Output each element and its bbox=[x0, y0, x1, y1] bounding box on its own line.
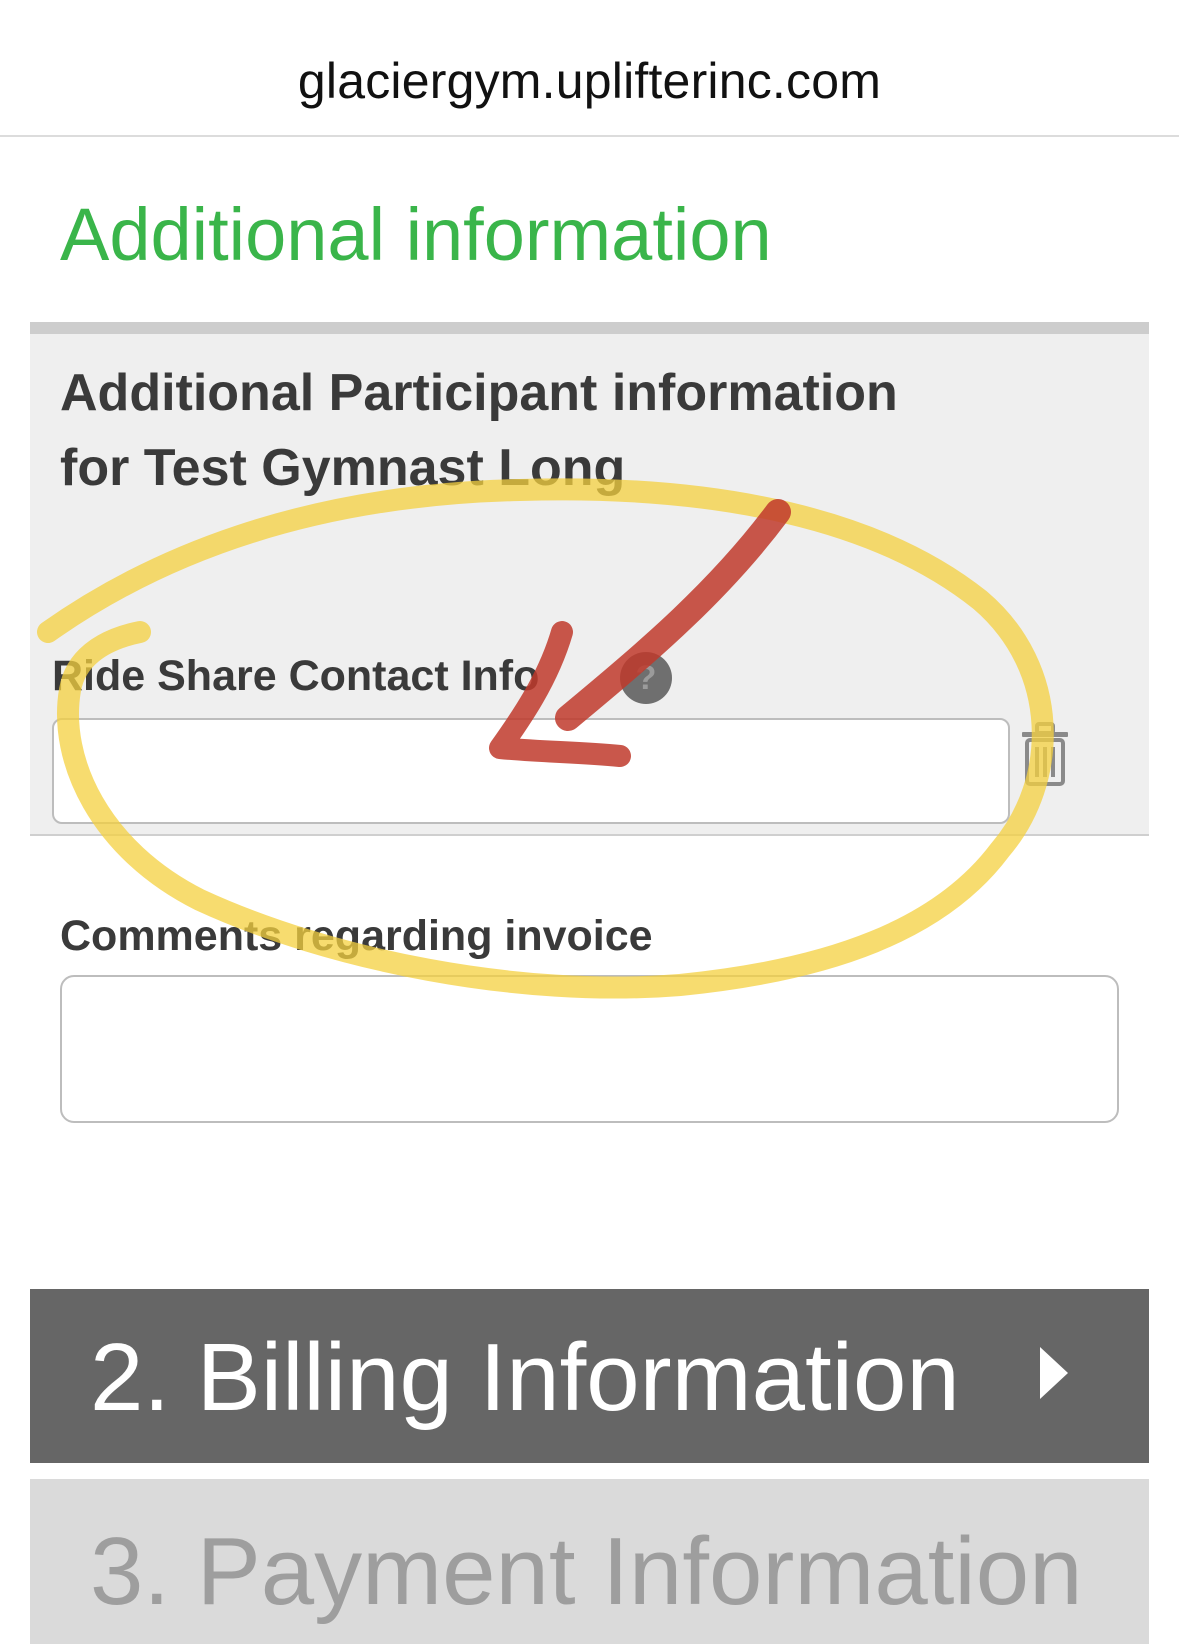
participant-heading: Additional Participant information for T… bbox=[60, 364, 898, 497]
step-payment-information: 3. Payment Information bbox=[30, 1479, 1149, 1644]
page: glaciergym.uplifterinc.com Additional in… bbox=[0, 0, 1179, 1644]
comments-label: Comments regarding invoice bbox=[60, 912, 653, 960]
browser-url-bar[interactable]: glaciergym.uplifterinc.com bbox=[0, 0, 1179, 137]
comments-input[interactable] bbox=[60, 975, 1119, 1123]
step-billing-label: 2. Billing Information bbox=[90, 1324, 960, 1431]
step-payment-label: 3. Payment Information bbox=[90, 1518, 1083, 1625]
chevron-right-icon bbox=[1040, 1347, 1068, 1399]
page-title: Additional information bbox=[60, 193, 772, 276]
participant-info-panel: Additional Participant information for T… bbox=[30, 322, 1149, 836]
url-text: glaciergym.uplifterinc.com bbox=[297, 53, 882, 109]
ride-share-label: Ride Share Contact Info bbox=[52, 652, 540, 700]
ride-share-input[interactable] bbox=[52, 718, 1010, 824]
step-billing-information[interactable]: 2. Billing Information bbox=[30, 1289, 1149, 1463]
trash-icon[interactable] bbox=[1020, 722, 1070, 786]
help-icon[interactable]: ? bbox=[620, 652, 672, 704]
